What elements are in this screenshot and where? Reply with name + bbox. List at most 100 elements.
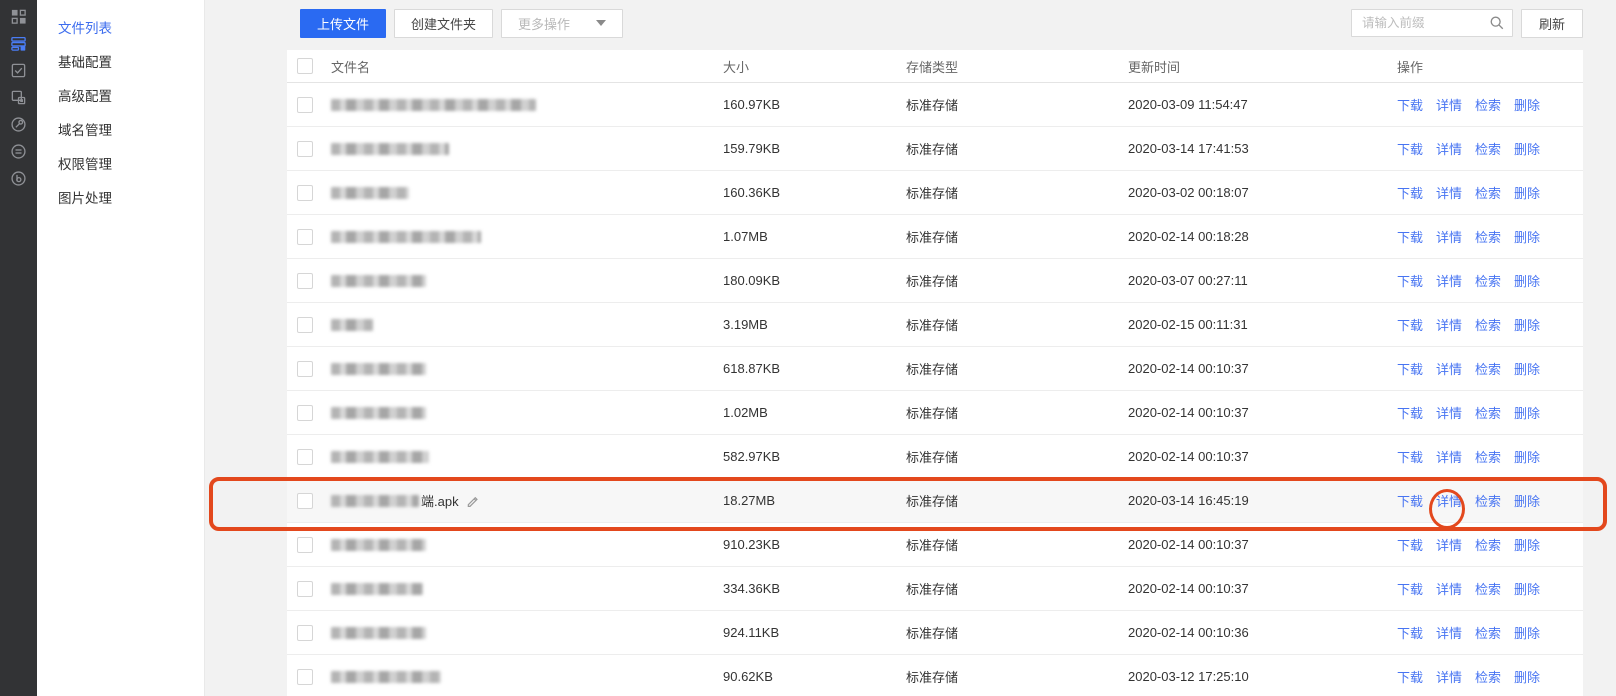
retrieve-link[interactable]: 检索 bbox=[1475, 230, 1501, 245]
row-checkbox[interactable] bbox=[297, 361, 313, 377]
details-link[interactable]: 详情 bbox=[1436, 406, 1462, 421]
row-checkbox[interactable] bbox=[297, 405, 313, 421]
delete-link[interactable]: 删除 bbox=[1514, 186, 1540, 201]
bucket-icon[interactable] bbox=[10, 35, 27, 52]
retrieve-link[interactable]: 检索 bbox=[1475, 670, 1501, 685]
update-time: 2020-03-07 00:27:11 bbox=[1128, 273, 1368, 288]
details-link[interactable]: 详情 bbox=[1436, 230, 1462, 245]
download-link[interactable]: 下载 bbox=[1397, 406, 1423, 421]
delete-link[interactable]: 删除 bbox=[1514, 362, 1540, 377]
download-link[interactable]: 下载 bbox=[1397, 538, 1423, 553]
details-link[interactable]: 详情 bbox=[1436, 670, 1462, 685]
row-checkbox[interactable] bbox=[297, 317, 313, 333]
delete-link[interactable]: 删除 bbox=[1514, 142, 1540, 157]
details-link[interactable]: 详情 bbox=[1436, 186, 1462, 201]
download-link[interactable]: 下载 bbox=[1397, 98, 1423, 113]
download-link[interactable]: 下载 bbox=[1397, 186, 1423, 201]
create-folder-button[interactable]: 创建文件夹 bbox=[394, 9, 493, 38]
delete-link[interactable]: 删除 bbox=[1514, 450, 1540, 465]
storage-type: 标准存储 bbox=[906, 183, 1128, 202]
retrieve-link[interactable]: 检索 bbox=[1475, 318, 1501, 333]
download-link[interactable]: 下载 bbox=[1397, 582, 1423, 597]
search-icon[interactable] bbox=[1489, 15, 1505, 31]
delete-link[interactable]: 删除 bbox=[1514, 318, 1540, 333]
monitor-icon[interactable] bbox=[10, 170, 27, 187]
retrieve-link[interactable]: 检索 bbox=[1475, 362, 1501, 377]
row-checkbox[interactable] bbox=[297, 273, 313, 289]
delete-link[interactable]: 删除 bbox=[1514, 670, 1540, 685]
delete-link[interactable]: 删除 bbox=[1514, 494, 1540, 509]
details-link[interactable]: 详情 bbox=[1436, 274, 1462, 289]
details-link[interactable]: 详情 bbox=[1436, 318, 1462, 333]
retrieve-link[interactable]: 检索 bbox=[1475, 98, 1501, 113]
details-link[interactable]: 详情 bbox=[1436, 582, 1462, 597]
retrieve-link[interactable]: 检索 bbox=[1475, 494, 1501, 509]
file-table: 文件名 大小 存储类型 更新时间 操作 160.97KB 标准存储 2020-0… bbox=[287, 50, 1583, 696]
details-link[interactable]: 详情 bbox=[1436, 362, 1462, 377]
edit-pencil-icon[interactable] bbox=[466, 494, 479, 507]
file-size: 180.09KB bbox=[723, 273, 906, 288]
update-time: 2020-02-14 00:10:37 bbox=[1128, 361, 1368, 376]
retrieve-link[interactable]: 检索 bbox=[1475, 406, 1501, 421]
row-checkbox[interactable] bbox=[297, 141, 313, 157]
retrieve-link[interactable]: 检索 bbox=[1475, 538, 1501, 553]
download-link[interactable]: 下载 bbox=[1397, 142, 1423, 157]
task-icon[interactable] bbox=[10, 62, 27, 79]
dashboard-icon[interactable] bbox=[10, 8, 27, 25]
retrieve-link[interactable]: 检索 bbox=[1475, 274, 1501, 289]
update-time: 2020-02-14 00:10:36 bbox=[1128, 625, 1368, 640]
download-link[interactable]: 下载 bbox=[1397, 274, 1423, 289]
delete-link[interactable]: 删除 bbox=[1514, 406, 1540, 421]
download-link[interactable]: 下载 bbox=[1397, 450, 1423, 465]
sidebar-item-advanced-config[interactable]: 高级配置 bbox=[37, 80, 204, 114]
delete-link[interactable]: 删除 bbox=[1514, 582, 1540, 597]
row-checkbox[interactable] bbox=[297, 449, 313, 465]
delete-link[interactable]: 删除 bbox=[1514, 538, 1540, 553]
row-checkbox[interactable] bbox=[297, 537, 313, 553]
download-link[interactable]: 下载 bbox=[1397, 230, 1423, 245]
sidebar-item-file-list[interactable]: 文件列表 bbox=[37, 12, 204, 46]
details-link[interactable]: 详情 bbox=[1436, 98, 1462, 113]
row-checkbox[interactable] bbox=[297, 493, 313, 509]
row-checkbox[interactable] bbox=[297, 669, 313, 685]
row-checkbox[interactable] bbox=[297, 581, 313, 597]
file-size: 582.97KB bbox=[723, 449, 906, 464]
select-all-checkbox[interactable] bbox=[297, 58, 313, 74]
retrieve-link[interactable]: 检索 bbox=[1475, 186, 1501, 201]
storage-type: 标准存储 bbox=[906, 667, 1128, 686]
batch-icon[interactable] bbox=[10, 89, 27, 106]
retrieve-link[interactable]: 检索 bbox=[1475, 450, 1501, 465]
delete-link[interactable]: 删除 bbox=[1514, 274, 1540, 289]
sidebar-item-image-processing[interactable]: 图片处理 bbox=[37, 182, 204, 216]
sidebar-item-permission-management[interactable]: 权限管理 bbox=[37, 148, 204, 182]
row-checkbox[interactable] bbox=[297, 97, 313, 113]
tools-icon[interactable] bbox=[10, 116, 27, 133]
retrieve-link[interactable]: 检索 bbox=[1475, 142, 1501, 157]
download-link[interactable]: 下载 bbox=[1397, 494, 1423, 509]
retrieve-link[interactable]: 检索 bbox=[1475, 582, 1501, 597]
delete-link[interactable]: 删除 bbox=[1514, 626, 1540, 641]
header-filename: 文件名 bbox=[331, 57, 723, 76]
row-checkbox[interactable] bbox=[297, 229, 313, 245]
list-circle-icon[interactable] bbox=[10, 143, 27, 160]
sidebar-item-basic-config[interactable]: 基础配置 bbox=[37, 46, 204, 80]
details-link[interactable]: 详情 bbox=[1436, 626, 1462, 641]
row-checkbox[interactable] bbox=[297, 625, 313, 641]
upload-button[interactable]: 上传文件 bbox=[300, 9, 386, 38]
row-checkbox[interactable] bbox=[297, 185, 313, 201]
download-link[interactable]: 下载 bbox=[1397, 626, 1423, 641]
download-link[interactable]: 下载 bbox=[1397, 362, 1423, 377]
details-link[interactable]: 详情 bbox=[1436, 142, 1462, 157]
download-link[interactable]: 下载 bbox=[1397, 318, 1423, 333]
refresh-button[interactable]: 刷新 bbox=[1521, 9, 1583, 38]
more-actions-dropdown[interactable]: 更多操作 bbox=[501, 9, 623, 38]
retrieve-link[interactable]: 检索 bbox=[1475, 626, 1501, 641]
sidebar-item-domain-management[interactable]: 域名管理 bbox=[37, 114, 204, 148]
details-link[interactable]: 详情 bbox=[1436, 450, 1462, 465]
delete-link[interactable]: 删除 bbox=[1514, 230, 1540, 245]
delete-link[interactable]: 删除 bbox=[1514, 98, 1540, 113]
redacted-filename bbox=[331, 319, 373, 331]
download-link[interactable]: 下载 bbox=[1397, 670, 1423, 685]
details-link[interactable]: 详情 bbox=[1436, 538, 1462, 553]
details-link[interactable]: 详情 bbox=[1436, 494, 1462, 509]
